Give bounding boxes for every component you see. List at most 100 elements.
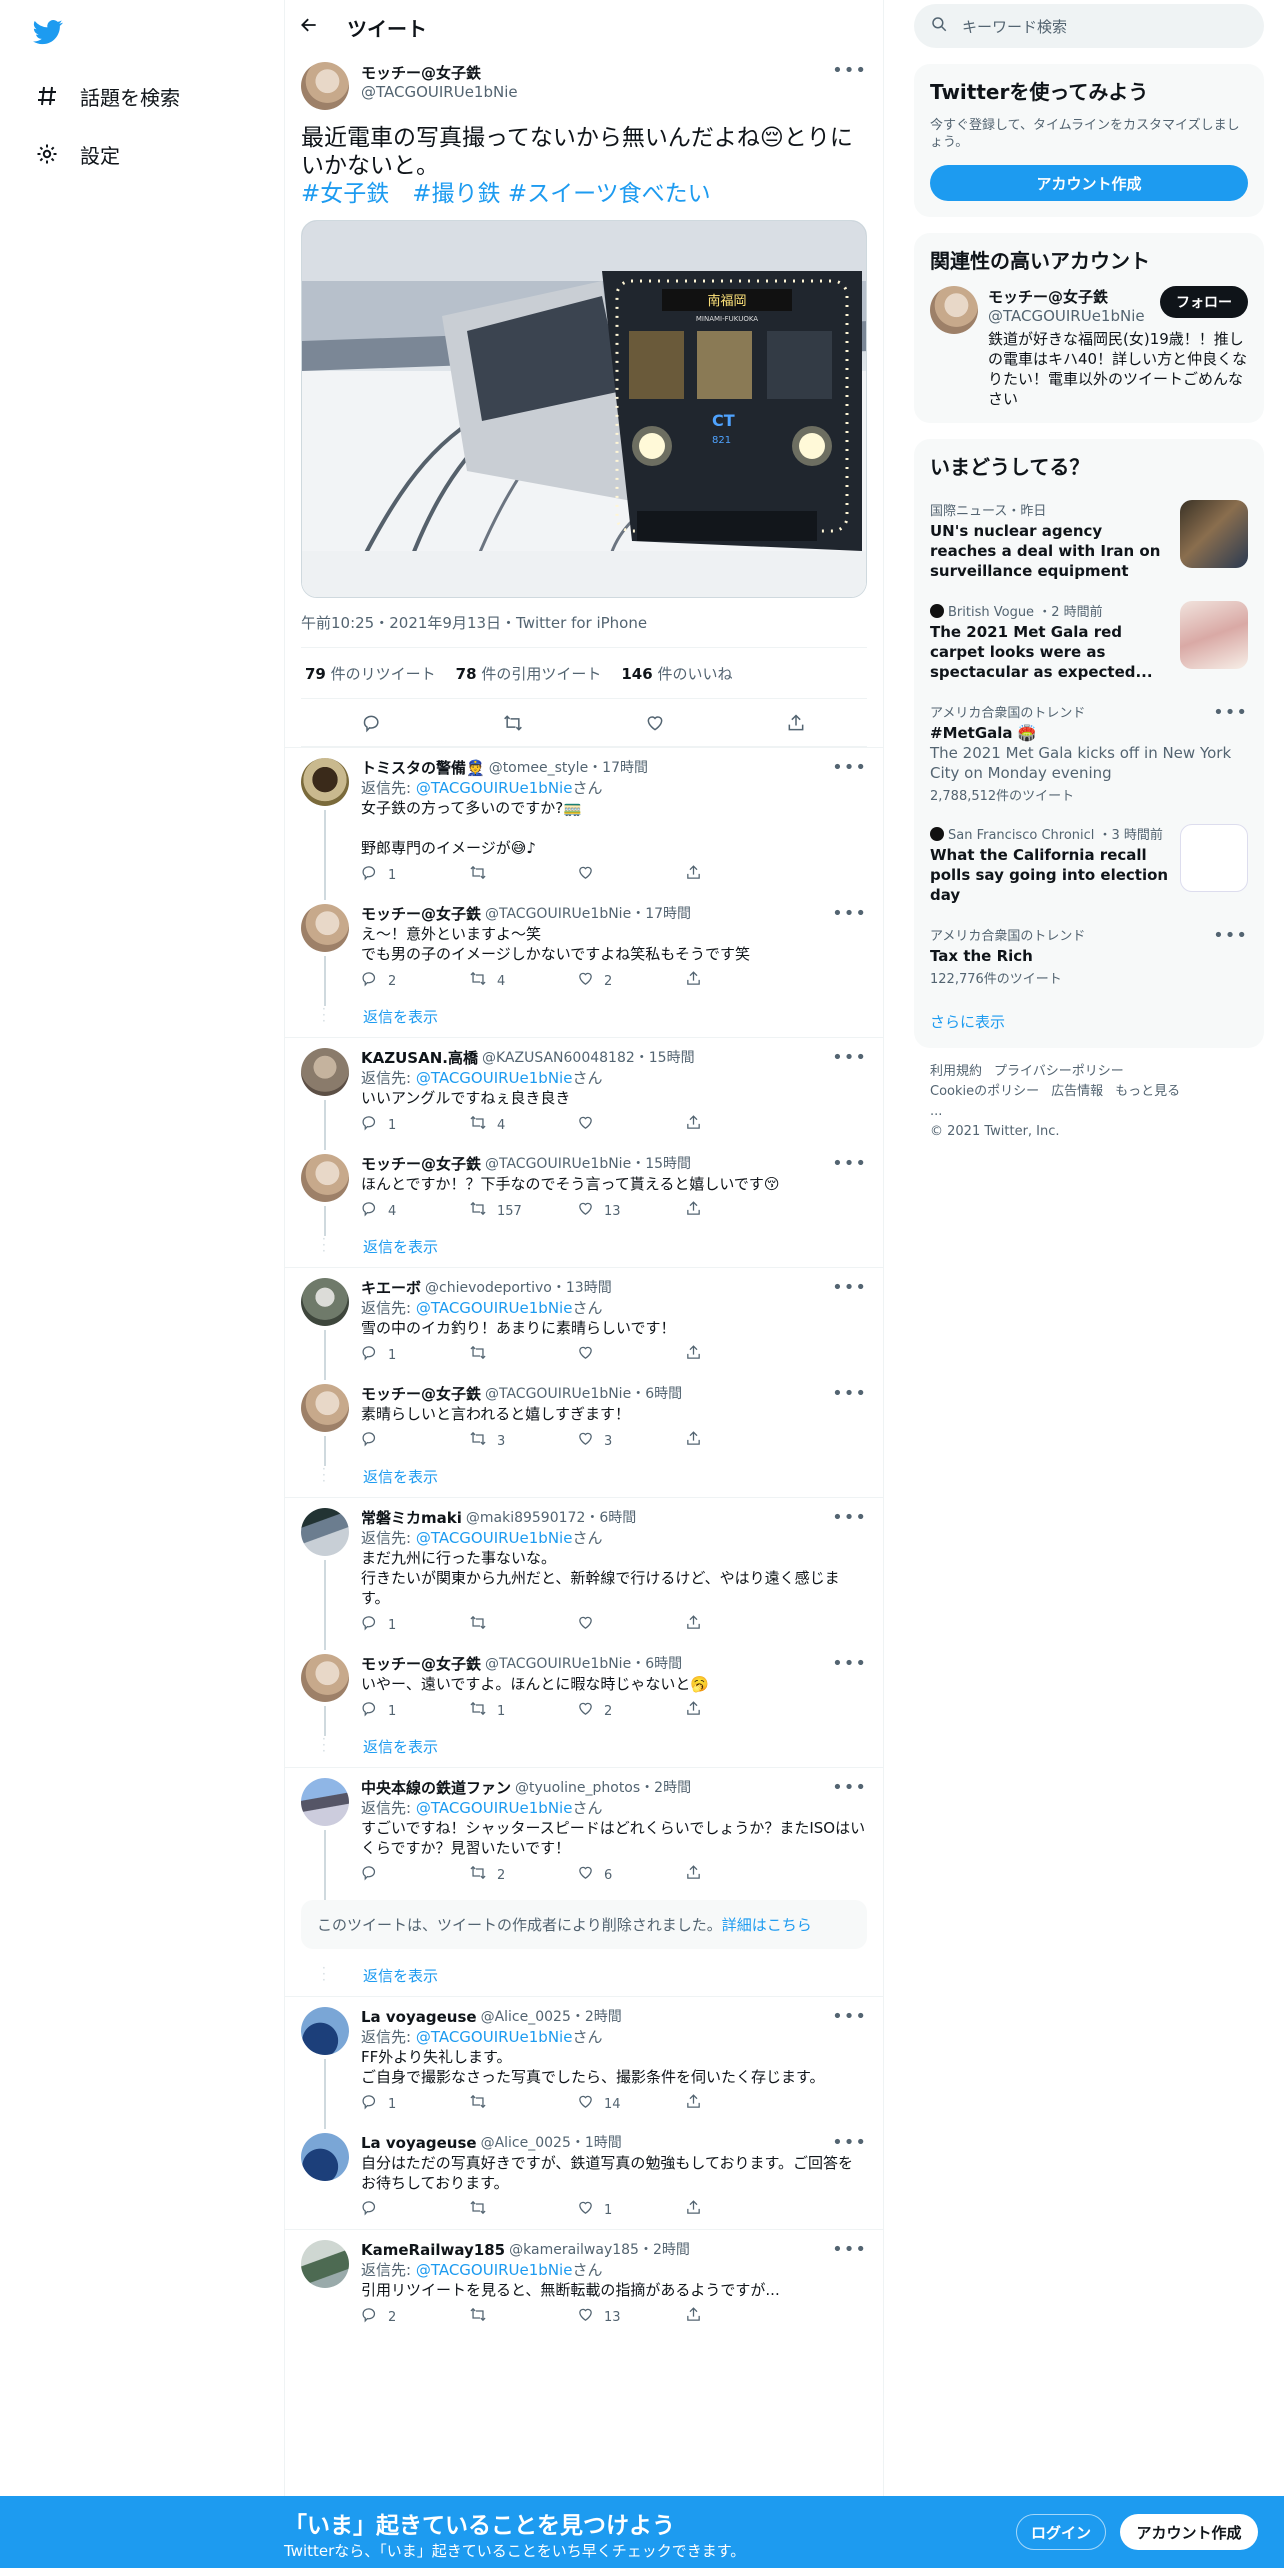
- reply-action[interactable]: [361, 1864, 469, 1888]
- quote-count[interactable]: 78 件の引用ツイート: [456, 663, 602, 684]
- like-action[interactable]: 13: [577, 2306, 685, 2330]
- reply-author-name[interactable]: La voyageuse: [361, 2007, 477, 2027]
- more-options-icon[interactable]: •••: [832, 62, 867, 80]
- follow-button[interactable]: フォロー: [1160, 286, 1248, 318]
- reply-author-name[interactable]: 常磐ミカmaki: [361, 1508, 462, 1528]
- reply-tweet[interactable]: La voyageuse @Alice_0025・1時間 ••• 自分はただの写…: [285, 2123, 883, 2229]
- reply-to-link[interactable]: @TACGOUIRUe1bNie: [416, 2261, 573, 2279]
- account-item[interactable]: モッチー@女子鉄 @TACGOUIRUe1bNie フォロー 鉄道が好きな福岡民…: [914, 286, 1264, 423]
- avatar[interactable]: [301, 758, 349, 806]
- footer-ads[interactable]: 広告情報: [1051, 1084, 1103, 1099]
- share-action[interactable]: [685, 2306, 793, 2330]
- reply-action[interactable]: [361, 2199, 469, 2223]
- retweet-count[interactable]: 79 件のリツイート: [305, 663, 436, 684]
- more-options-icon[interactable]: •••: [1213, 927, 1248, 945]
- reply-author-name[interactable]: KAZUSAN.高橋: [361, 1048, 478, 1068]
- author-handle[interactable]: @TACGOUIRUe1bNie: [361, 83, 820, 101]
- avatar[interactable]: [301, 2133, 349, 2181]
- reply-author-handle[interactable]: @Alice_0025・1時間: [481, 2133, 622, 2153]
- more-options-icon[interactable]: •••: [832, 1655, 867, 1673]
- author-display-name[interactable]: モッチー@女子鉄: [361, 62, 820, 83]
- avatar[interactable]: [301, 62, 349, 110]
- footer-cookie[interactable]: Cookieのポリシー: [930, 1084, 1039, 1099]
- more-options-icon[interactable]: •••: [832, 905, 867, 923]
- like-icon[interactable]: [643, 711, 667, 735]
- retweet-action[interactable]: [469, 1614, 577, 1638]
- share-action[interactable]: [685, 1114, 793, 1138]
- deleted-details-link[interactable]: 詳細はこちら: [722, 1916, 812, 1934]
- avatar[interactable]: [930, 286, 978, 334]
- tweet-hashtags[interactable]: #女子鉄 #撮り鉄 #スイーツ食べたい: [301, 181, 711, 207]
- reply-author-handle[interactable]: @tyuoline_photos・2時間: [515, 1778, 691, 1798]
- reply-author-name[interactable]: トミスタの警備👮: [361, 758, 485, 778]
- reply-action[interactable]: 1: [361, 1344, 469, 1368]
- reply-author-name[interactable]: 中央本線の鉄道ファン: [361, 1778, 511, 1798]
- reply-tweet[interactable]: 常磐ミカmaki @maki89590172・6時間 ••• 返信先: @TAC…: [285, 1498, 883, 1650]
- more-options-icon[interactable]: •••: [832, 1509, 867, 1527]
- reply-action[interactable]: 1: [361, 864, 469, 888]
- reply-tweet[interactable]: トミスタの警備👮 @tomee_style・17時間 ••• 返信先: @TAC…: [285, 748, 883, 900]
- show-replies-link[interactable]: · · · 返信を表示: [285, 1959, 883, 1996]
- reply-author-name[interactable]: モッチー@女子鉄: [361, 1154, 481, 1174]
- reply-author-name[interactable]: La voyageuse: [361, 2133, 477, 2153]
- reply-author-handle[interactable]: @tomee_style・17時間: [489, 758, 648, 778]
- more-options-icon[interactable]: •••: [832, 2008, 867, 2026]
- reply-to-link[interactable]: @TACGOUIRUe1bNie: [416, 1069, 573, 1087]
- more-options-icon[interactable]: •••: [832, 759, 867, 777]
- show-replies-link[interactable]: · · · 返信を表示: [285, 1730, 883, 1767]
- show-more-link[interactable]: さらに表示: [914, 999, 1264, 1048]
- share-action[interactable]: [685, 1700, 793, 1724]
- share-action[interactable]: [685, 1614, 793, 1638]
- more-options-icon[interactable]: •••: [832, 1279, 867, 1297]
- signup-button[interactable]: アカウント作成: [1120, 2514, 1258, 2550]
- avatar[interactable]: [301, 904, 349, 952]
- twitter-logo-icon[interactable]: [28, 12, 68, 52]
- search-input[interactable]: キーワード検索: [962, 16, 1067, 37]
- reply-action[interactable]: 1: [361, 2093, 469, 2117]
- reply-action[interactable]: 2: [361, 970, 469, 994]
- reply-icon[interactable]: [360, 711, 384, 735]
- retweet-action[interactable]: 2: [469, 1864, 577, 1888]
- reply-author-name[interactable]: キエーボ: [361, 1278, 421, 1298]
- like-action[interactable]: [577, 1344, 685, 1368]
- share-action[interactable]: [685, 1864, 793, 1888]
- reply-to-link[interactable]: @TACGOUIRUe1bNie: [416, 779, 573, 797]
- avatar[interactable]: [301, 2007, 349, 2055]
- reply-action[interactable]: 1: [361, 1114, 469, 1138]
- reply-tweet[interactable]: モッチー@女子鉄 @TACGOUIRUe1bNie・15時間 ••• ほんとです…: [285, 1144, 883, 1236]
- reply-tweet[interactable]: モッチー@女子鉄 @TACGOUIRUe1bNie・17時間 ••• え〜！意外…: [285, 894, 883, 1006]
- reply-action[interactable]: 2: [361, 2306, 469, 2330]
- retweet-action[interactable]: [469, 2199, 577, 2223]
- show-replies-link[interactable]: · · · 返信を表示: [285, 1000, 883, 1037]
- retweet-action[interactable]: 3: [469, 1430, 577, 1454]
- retweet-action[interactable]: 1: [469, 1700, 577, 1724]
- like-action[interactable]: 3: [577, 1430, 685, 1454]
- share-action[interactable]: [685, 1200, 793, 1224]
- retweet-action[interactable]: [469, 864, 577, 888]
- reply-to-link[interactable]: @TACGOUIRUe1bNie: [416, 1299, 573, 1317]
- reply-author-handle[interactable]: @TACGOUIRUe1bNie・6時間: [485, 1384, 682, 1404]
- reply-tweet[interactable]: キエーボ @chievodeportivo・13時間 ••• 返信先: @TAC…: [285, 1268, 883, 1380]
- trend-item[interactable]: アメリカ合衆国のトレンド Tax the Rich 122,776件のツイート …: [914, 917, 1264, 999]
- avatar[interactable]: [301, 2240, 349, 2288]
- like-action[interactable]: [577, 864, 685, 888]
- like-action[interactable]: 14: [577, 2093, 685, 2117]
- retweet-action[interactable]: 157: [469, 1200, 577, 1224]
- trend-item[interactable]: British Vogue ・2 時間前 The 2021 Met Gala r…: [914, 593, 1264, 694]
- reply-tweet[interactable]: 中央本線の鉄道ファン @tyuoline_photos・2時間 ••• 返信先:…: [285, 1768, 883, 1900]
- share-action[interactable]: [685, 1430, 793, 1454]
- avatar[interactable]: [301, 1384, 349, 1432]
- login-button[interactable]: ログイン: [1016, 2514, 1106, 2550]
- show-replies-link[interactable]: · · · 返信を表示: [285, 1230, 883, 1267]
- reply-action[interactable]: 1: [361, 1700, 469, 1724]
- retweet-action[interactable]: [469, 2306, 577, 2330]
- like-action[interactable]: [577, 1614, 685, 1638]
- more-options-icon[interactable]: •••: [1213, 704, 1248, 722]
- reply-author-handle[interactable]: @kamerailway185・2時間: [509, 2240, 690, 2260]
- reply-author-handle[interactable]: @maki89590172・6時間: [466, 1508, 636, 1528]
- reply-tweet[interactable]: KAZUSAN.高橋 @KAZUSAN60048182・15時間 ••• 返信先…: [285, 1038, 883, 1150]
- reply-action[interactable]: 4: [361, 1200, 469, 1224]
- reply-author-handle[interactable]: @chievodeportivo・13時間: [425, 1278, 612, 1298]
- reply-author-name[interactable]: モッチー@女子鉄: [361, 1384, 481, 1404]
- like-action[interactable]: 2: [577, 970, 685, 994]
